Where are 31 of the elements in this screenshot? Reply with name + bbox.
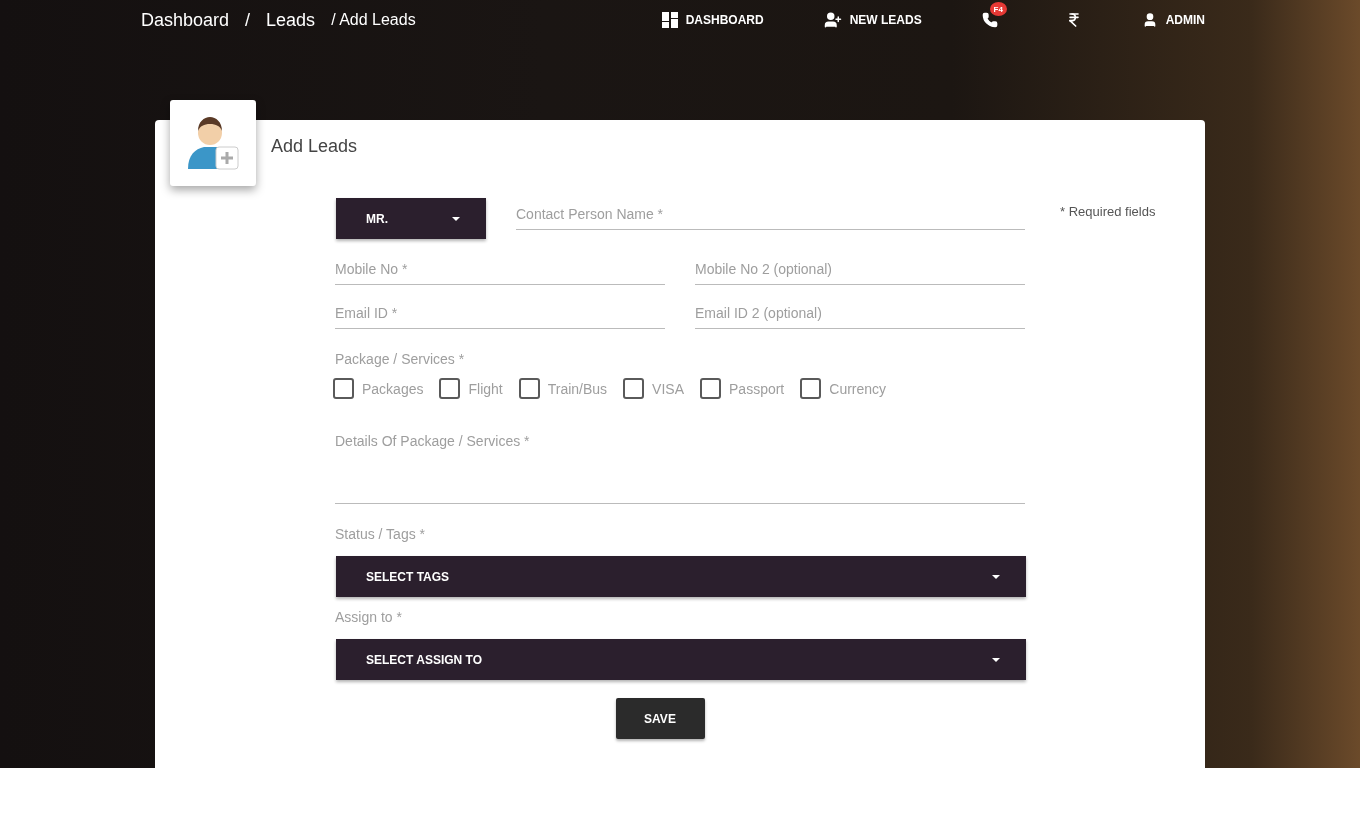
add-user-icon: [823, 11, 842, 29]
salutation-dropdown[interactable]: MR.: [336, 198, 486, 239]
breadcrumb-link[interactable]: / Add Leads: [331, 11, 416, 29]
assign-label: Assign to *: [335, 609, 403, 625]
text-field[interactable]: Mobile No 2 (optional): [695, 255, 1025, 285]
dashboard-nav-link[interactable]: DASHBOARD: [661, 12, 764, 28]
details-field[interactable]: Details Of Package / Services *: [335, 433, 1025, 504]
text-field[interactable]: Email ID *: [335, 299, 665, 329]
caret-icon: [992, 657, 1000, 662]
select-tags-dropdown[interactable]: SELECT TAGS: [336, 556, 1026, 597]
services-label: Package / Services *: [335, 351, 466, 367]
phone-icon: [981, 12, 998, 28]
caret-icon: [452, 216, 460, 221]
contact-name-field[interactable]: Contact Person Name *: [516, 200, 1025, 230]
select-assign-dropdown[interactable]: SELECT ASSIGN TO: [336, 639, 1026, 680]
new-leads-nav-link[interactable]: NEW LEADS: [823, 11, 922, 29]
admin-nav-link[interactable]: ADMIN: [1141, 12, 1205, 28]
notification-badge: F4: [989, 2, 1007, 16]
breadcrumb-link[interactable]: Dashboard: [141, 9, 230, 31]
dashboard-icon: [661, 12, 678, 28]
card-title: Add Leads: [271, 136, 358, 157]
text-field[interactable]: Mobile No *: [335, 255, 665, 285]
required-fields-note: * Required fields: [1060, 204, 1156, 219]
status-label: Status / Tags *: [335, 526, 426, 542]
add-user-silhouette-icon: [186, 115, 240, 171]
breadcrumb-link[interactable]: Leads: [266, 9, 316, 31]
breadcrumb-separator: /: [245, 9, 251, 31]
phone-nav-link[interactable]: F4: [981, 2, 1006, 28]
text-field[interactable]: Email ID 2 (optional): [695, 299, 1025, 329]
save-button[interactable]: SAVE: [615, 698, 705, 739]
caret-icon: [992, 574, 1000, 579]
